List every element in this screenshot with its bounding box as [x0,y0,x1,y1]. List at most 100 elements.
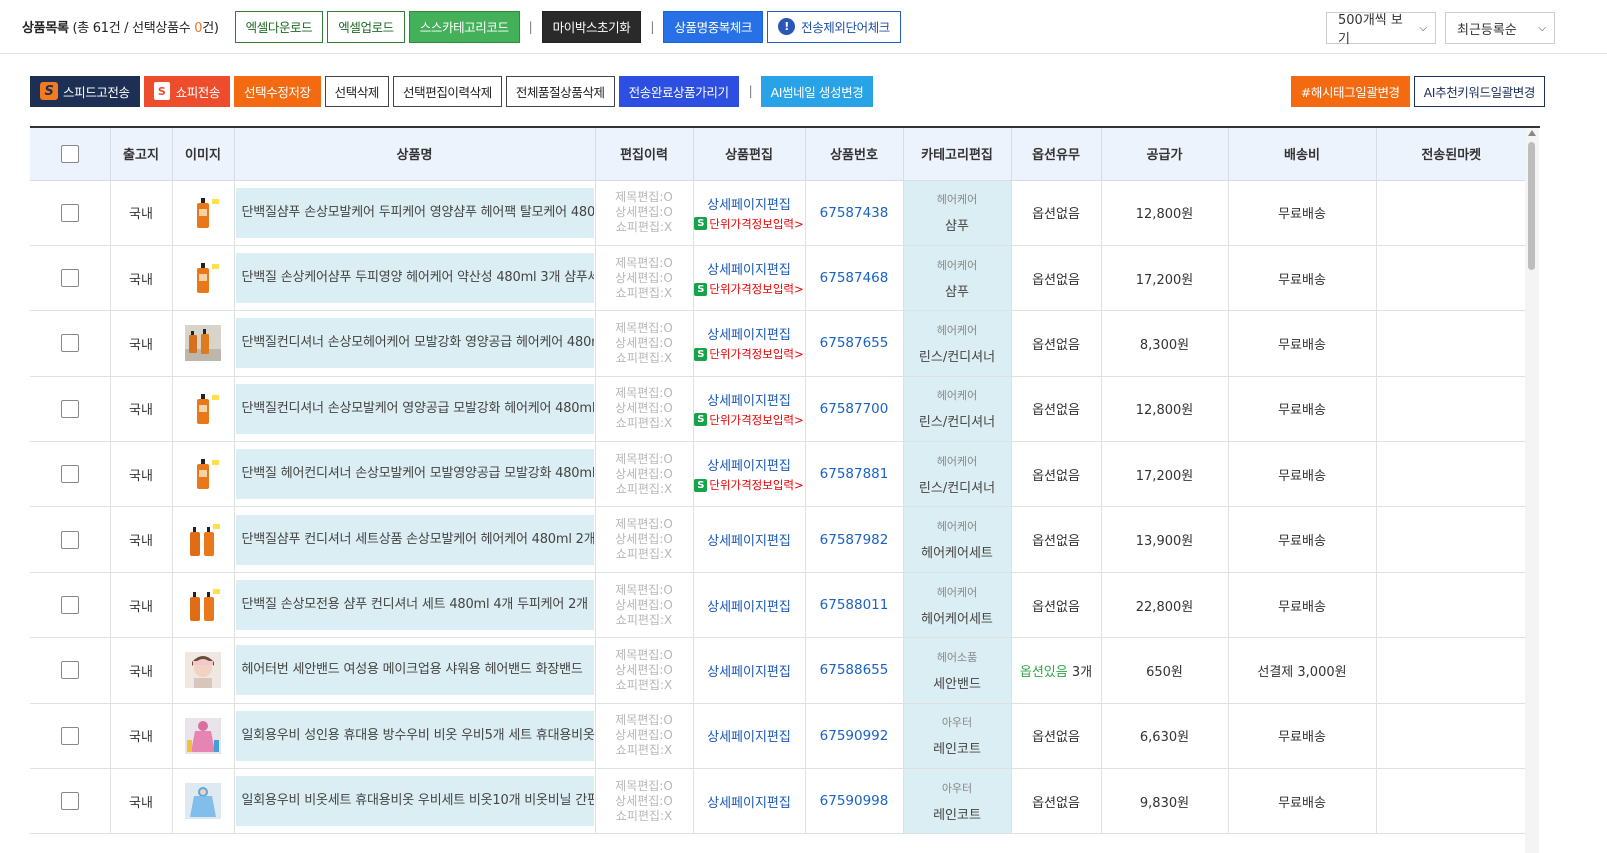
detail-page-edit-link[interactable]: 상세페이지편집 [694,455,805,474]
row-checkbox[interactable] [60,334,79,353]
delete-edit-history-button[interactable]: 선택편집이력삭제 [393,75,502,107]
scroll-up-arrow-icon[interactable] [1528,130,1536,136]
product-id-link[interactable]: 67587982 [820,532,889,548]
row-checkbox[interactable] [60,596,79,615]
shopee-send-button[interactable]: S 쇼피전송 [143,75,231,107]
product-thumbnail[interactable] [185,587,221,624]
row-checkbox[interactable] [60,465,79,484]
product-name-input[interactable]: 헤어터번 세안밴드 여성용 메이크업용 샤워용 헤어밴드 화장밴드 [235,645,594,696]
table-row[interactable]: 국내 단백질샴푸 손상모발케어 두피케어 영양샴푸 헤어팩 탈모케어 480ml… [30,180,1526,246]
table-row[interactable]: 국내 단백질샴푸 컨디셔너 세트상품 손상모발케어 헤어케어 480ml 2개 … [30,506,1526,573]
category-edit-cell[interactable]: 아우터 레인코트 [903,768,1012,835]
detail-page-edit-link[interactable]: 상세페이지편집 [694,661,805,680]
product-name-input[interactable]: 단백질컨디셔너 손상모발케어 영양공급 모발강화 헤어케어 480ml [235,383,594,434]
table-row[interactable]: 국내 일회용우비 성인용 휴대용 방수우비 비옷 우비5개 세트 휴대용비옷 제… [30,703,1526,770]
product-name-input[interactable]: 단백질 손상케어샴푸 두피영양 헤어케어 약산성 480ml 3개 샴푸세트 [235,253,594,304]
product-name-input[interactable]: 일회용우비 성인용 휴대용 방수우비 비옷 우비5개 세트 휴대용비옷 [235,710,594,761]
category-edit-cell[interactable]: 헤어케어 린스/컨디셔너 [903,310,1012,377]
product-id-link[interactable]: 67587700 [820,401,889,417]
product-thumbnail[interactable] [185,717,221,754]
product-id-link[interactable]: 67587655 [820,335,889,351]
detail-page-edit-link[interactable]: 상세페이지편집 [694,390,805,409]
unit-price-link[interactable]: S 단위가격정보입력> [694,281,805,297]
category-edit-cell[interactable]: 헤어케어 헤어케어세트 [903,506,1012,573]
product-thumbnail[interactable] [185,783,221,820]
ai-thumbnail-button[interactable]: AI썸네일 생성변경 [760,75,874,107]
category-edit-cell[interactable]: 헤어케어 헤어케어세트 [903,572,1012,639]
select-all-checkbox[interactable] [60,144,79,163]
category-edit-cell[interactable]: 아우터 레인코트 [903,703,1012,770]
product-id-link[interactable]: 67587438 [820,205,889,221]
unit-price-link[interactable]: S 단위가격정보입력> [694,346,805,362]
delete-soldout-button[interactable]: 전체품절상품삭제 [505,75,615,107]
product-id-link[interactable]: 67588011 [820,597,889,613]
unit-price-link[interactable]: S 단위가격정보입력> [694,477,805,493]
detail-page-edit-link[interactable]: 상세페이지편집 [694,194,805,213]
speedgo-send-label: 스피드고전송 [63,84,130,100]
save-selected-button[interactable]: 선택수정저장 [234,75,321,107]
product-thumbnail[interactable] [185,260,221,297]
category-edit-cell[interactable]: 헤어소품 세안밴드 [903,637,1012,704]
detail-page-edit-link[interactable]: 상세페이지편집 [694,530,805,549]
detail-page-edit-link[interactable]: 상세페이지편집 [694,726,805,745]
unit-price-link[interactable]: S 단위가격정보입력> [694,216,805,232]
table-row[interactable]: 국내 헤어터번 세안밴드 여성용 메이크업용 샤워용 헤어밴드 화장밴드 제목편… [30,637,1526,704]
category-edit-cell[interactable]: 헤어케어 린스/컨디셔너 [903,441,1012,508]
product-name-input[interactable]: 일회용우비 비옷세트 휴대용비옷 우비세트 비옷10개 비옷비닐 간편우비 [235,776,594,827]
hide-sent-products-button[interactable]: 전송완료상품가리기 [618,75,739,107]
product-thumbnail[interactable] [185,325,221,362]
product-id-link[interactable]: 67587468 [820,270,889,286]
product-name-input[interactable]: 단백질 손상모전용 샴푸 컨디셔너 세트 480ml 4개 두피케어 2개 [235,580,594,631]
row-checkbox[interactable] [60,792,79,811]
detail-page-edit-link[interactable]: 상세페이지편집 [694,792,805,811]
exclude-word-check-button[interactable]: ! 전송제외단어체크 [767,10,901,43]
product-name-input[interactable]: 단백질 헤어컨디셔너 손상모발케어 모발영양공급 모발강화 480ml [235,449,594,500]
unit-price-link[interactable]: S 단위가격정보입력> [694,412,805,428]
hashtag-bulk-button[interactable]: #해시태그일괄변경 [1290,75,1410,107]
ss-category-code-button[interactable]: 스스카테고리코드 [408,10,520,43]
ai-keyword-bulk-button[interactable]: AI추천키워드일괄변경 [1413,75,1545,107]
product-name-cell: 일회용우비 성인용 휴대용 방수우비 비옷 우비5개 세트 휴대용비옷 [234,703,596,770]
product-id-link[interactable]: 67590992 [820,728,889,744]
product-id-link[interactable]: 67587881 [820,466,889,482]
delete-selected-button[interactable]: 선택삭제 [324,75,390,107]
row-checkbox[interactable] [60,203,79,222]
product-thumbnail[interactable] [185,521,221,558]
row-checkbox[interactable] [60,269,79,288]
product-thumbnail[interactable] [185,194,221,231]
table-row[interactable]: 국내 단백질 손상모전용 샴푸 컨디셔너 세트 480ml 4개 두피케어 2개… [30,572,1526,639]
product-id-link[interactable]: 67588655 [820,662,889,678]
duplicate-name-check-button[interactable]: 상품명중복체크 [663,10,764,43]
product-thumbnail[interactable] [185,390,221,427]
product-thumbnail[interactable] [185,652,221,689]
product-name-input[interactable]: 단백질샴푸 컨디셔너 세트상품 손상모발케어 헤어케어 480ml 2개 [235,514,594,565]
chevron-down-icon: ⌵ [1419,22,1427,34]
row-checkbox[interactable] [60,726,79,745]
excel-download-button[interactable]: 엑셀다운로드 [234,10,324,43]
table-row[interactable]: 국내 단백질 헤어컨디셔너 손상모발케어 모발영양공급 모발강화 480ml 제… [30,441,1526,508]
row-checkbox[interactable] [60,661,79,680]
sort-order-select[interactable]: 최근등록순 ⌵ [1445,12,1555,44]
detail-page-edit-link[interactable]: 상세페이지편집 [694,324,805,343]
detail-page-edit-link[interactable]: 상세페이지편집 [694,259,805,278]
vertical-scrollbar[interactable] [1525,128,1539,853]
product-id-link[interactable]: 67590998 [820,793,889,809]
product-name-input[interactable]: 단백질컨디셔너 손상모헤어케어 모발강화 영양공급 헤어케어 480ml [235,318,594,369]
row-checkbox[interactable] [60,399,79,418]
mybox-reset-button[interactable]: 마이박스초기화 [541,10,642,43]
scrollbar-thumb[interactable] [1528,142,1535,270]
detail-page-edit-link[interactable]: 상세페이지편집 [694,596,805,615]
category-edit-cell[interactable]: 헤어케어 린스/컨디셔너 [903,376,1012,443]
product-thumbnail[interactable] [185,456,221,493]
speedgo-send-button[interactable]: S 스피드고전송 [30,75,140,107]
row-checkbox[interactable] [60,530,79,549]
product-name-input[interactable]: 단백질샴푸 손상모발케어 두피케어 영양샴푸 헤어팩 탈모케어 480ml [235,187,594,238]
page-size-select[interactable]: 500개씩 보기 ⌵ [1326,12,1436,47]
table-row[interactable]: 국내 단백질컨디셔너 손상모헤어케어 모발강화 영양공급 헤어케어 480ml … [30,310,1526,377]
table-row[interactable]: 국내 단백질컨디셔너 손상모발케어 영양공급 모발강화 헤어케어 480ml 제… [30,376,1526,443]
table-row[interactable]: 국내 일회용우비 비옷세트 휴대용비옷 우비세트 비옷10개 비옷비닐 간편우비… [30,768,1526,835]
excel-upload-button[interactable]: 엑셀업로드 [327,10,405,43]
category-edit-cell[interactable]: 헤어케어 샴푸 [903,180,1012,246]
table-row[interactable]: 국내 단백질 손상케어샴푸 두피영양 헤어케어 약산성 480ml 3개 샴푸세… [30,245,1526,312]
category-edit-cell[interactable]: 헤어케어 샴푸 [903,245,1012,312]
